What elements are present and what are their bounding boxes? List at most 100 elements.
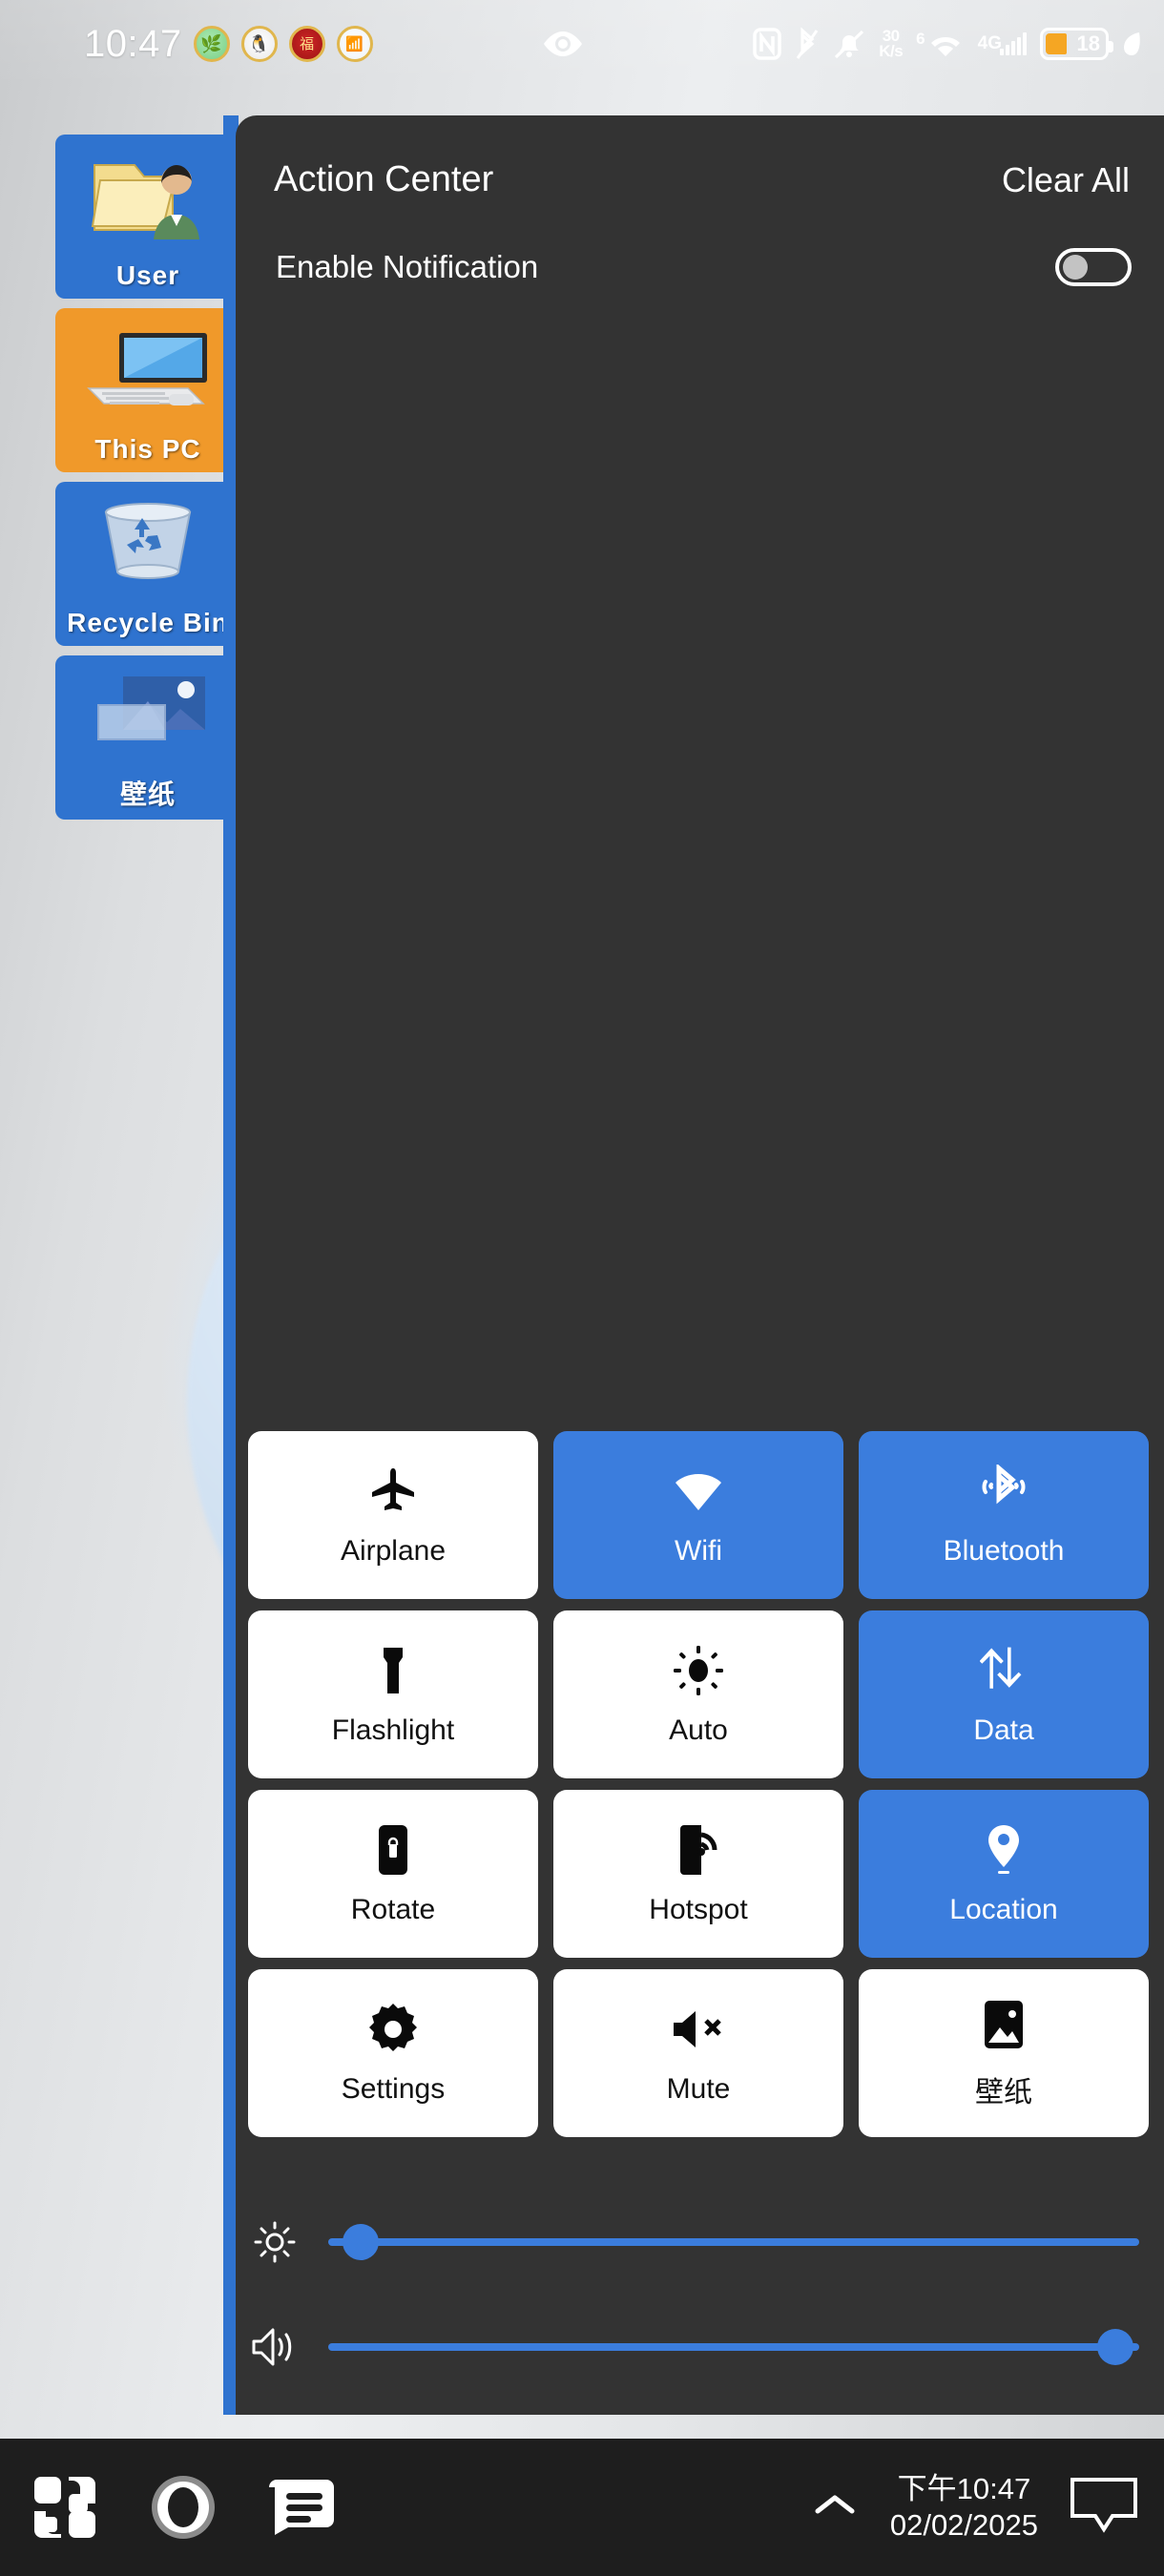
bluetooth-icon [977,1463,1030,1520]
desktop-icon-user[interactable]: User [55,135,240,299]
tile-label: Mute [666,2073,731,2105]
tile-label: Bluetooth [943,1535,1065,1567]
battery-leaf-icon [1122,30,1143,58]
wallpaper-picture-icon [55,655,240,774]
taskbar-tray: 下午10:47 02/02/2025 [810,2471,1164,2544]
status-bar-clock: 10:47 [84,22,182,65]
tile-label: Wifi [675,1535,722,1567]
notification-balloon-icon[interactable] [1069,2476,1139,2540]
tile-label: 壁纸 [975,2077,1032,2109]
flashlight-icon [376,1642,410,1699]
wifi-icon [671,1463,726,1520]
brightness-slider-row [248,2213,1153,2271]
brightness-slider-thumb[interactable] [343,2224,379,2260]
action-center-title: Action Center [274,159,494,199]
wifi-6-icon: 6 [916,30,964,58]
tile-wallpaper[interactable]: 壁纸 [859,1969,1149,2137]
tile-mute[interactable]: Mute [553,1969,843,2137]
start-button[interactable] [19,2460,111,2555]
desktop-icon-label: 壁纸 [119,779,176,809]
taskbar-clock[interactable]: 下午10:47 02/02/2025 [890,2471,1038,2544]
volume-slider-thumb[interactable] [1096,2329,1133,2365]
status-bar-left: 10:47 🌿 🐧 福 📶 [0,23,373,66]
desktop-icon-recycle-bin[interactable]: Recycle Bin [55,482,240,646]
quick-settings-grid: Airplane Wifi Bluetooth Flashlight Auto … [248,1431,1153,2137]
battery-indicator: 18 [1040,28,1113,60]
tile-label: Data [973,1714,1034,1746]
network-speed-unit: K/s [879,42,904,60]
hotspot-icon [676,1821,720,1879]
app-badge-qq-glyph: 🐧 [248,34,270,53]
cortana-button[interactable] [137,2460,229,2555]
taskbar-time: 下午10:47 [897,2472,1031,2506]
volume-icon [248,2324,301,2370]
action-center-header: Action Center Clear All [236,115,1164,200]
desktop-icon-label: User [115,260,180,290]
status-bar: 10:47 🌿 🐧 福 📶 30 K/s 6 4G 18 [0,0,1164,88]
tile-wifi[interactable]: Wifi [553,1431,843,1599]
task-view-button[interactable] [256,2460,347,2555]
picture-icon [983,1996,1025,2053]
tile-label: Flashlight [331,1714,455,1746]
tile-label: Auto [669,1714,728,1746]
recycle-bin-icon [55,482,240,608]
enable-notification-label: Enable Notification [276,249,539,284]
tile-label: Hotspot [649,1894,748,1925]
data-transfer-icon [980,1642,1028,1699]
tile-label: Settings [341,2073,446,2105]
tile-auto-brightness[interactable]: Auto [553,1610,843,1778]
signal-bars [1000,32,1027,55]
volume-slider-row [248,2318,1153,2376]
cellular-signal-icon: 4G [978,32,1027,55]
app-badge-cm-glyph: 📶 [345,35,364,52]
status-bar-right: 30 K/s 6 4G 18 [753,27,1164,61]
app-badge-china-mobile-icon[interactable]: 📶 [336,26,373,62]
volume-slider-track[interactable] [328,2329,1139,2365]
enable-notification-toggle[interactable] [1055,248,1132,286]
tile-mobile-data[interactable]: Data [859,1610,1149,1778]
toggle-knob [1063,255,1088,280]
location-pin-icon [983,1821,1025,1879]
network-speed-indicator: 30 K/s [879,28,904,60]
rotation-lock-icon [377,1821,409,1879]
tile-label: Airplane [340,1535,447,1567]
wifi-generation-badge: 6 [916,30,925,48]
tile-label: Location [949,1894,1058,1925]
app-badge-qq-penguin-icon[interactable]: 🐧 [240,26,278,62]
clear-all-button[interactable]: Clear All [1002,160,1130,200]
tile-airplane[interactable]: Airplane [248,1431,538,1599]
app-badge-green-glyph: 🌿 [200,34,222,53]
status-bar-center [373,29,754,59]
desktop-icon-list: User This PC Recycle Bin 壁纸 [55,135,246,829]
monitor-keyboard-icon [55,308,240,434]
app-badge-red-glyph: 福 [300,35,315,52]
bluetooth-off-icon [795,27,820,61]
desktop-icon-this-pc[interactable]: This PC [55,308,240,472]
tile-hotspot[interactable]: Hotspot [553,1790,843,1958]
brightness-icon [248,2219,301,2265]
cellular-generation-label: 4G [977,33,1002,53]
chevron-up-icon[interactable] [810,2488,860,2527]
desktop-icon-wallpaper[interactable]: 壁纸 [55,655,240,820]
tile-rotate[interactable]: Rotate [248,1790,538,1958]
battery-fill [1046,33,1067,54]
battery-percent: 18 [1076,31,1100,55]
app-badge-red-envelope-icon[interactable]: 福 [288,26,325,62]
desktop-icon-label: This PC [94,434,201,464]
taskbar: 下午10:47 02/02/2025 [0,2439,1164,2576]
app-badge-green-icon[interactable]: 🌿 [193,26,230,62]
user-folder-icon [55,135,240,260]
tile-label: Rotate [350,1894,436,1925]
brightness-slider-track[interactable] [328,2224,1139,2260]
taskbar-buttons [0,2460,347,2555]
speaker-mute-icon [670,2001,727,2058]
tile-bluetooth[interactable]: Bluetooth [859,1431,1149,1599]
tile-settings[interactable]: Settings [248,1969,538,2137]
taskbar-date: 02/02/2025 [889,2508,1038,2542]
tile-flashlight[interactable]: Flashlight [248,1610,538,1778]
bell-muted-icon [833,28,865,60]
enable-notification-row: Enable Notification [236,200,1164,286]
tile-location[interactable]: Location [859,1790,1149,1958]
desktop-icon-label: Recycle Bin [67,608,229,637]
eye-comfort-icon [541,29,585,59]
